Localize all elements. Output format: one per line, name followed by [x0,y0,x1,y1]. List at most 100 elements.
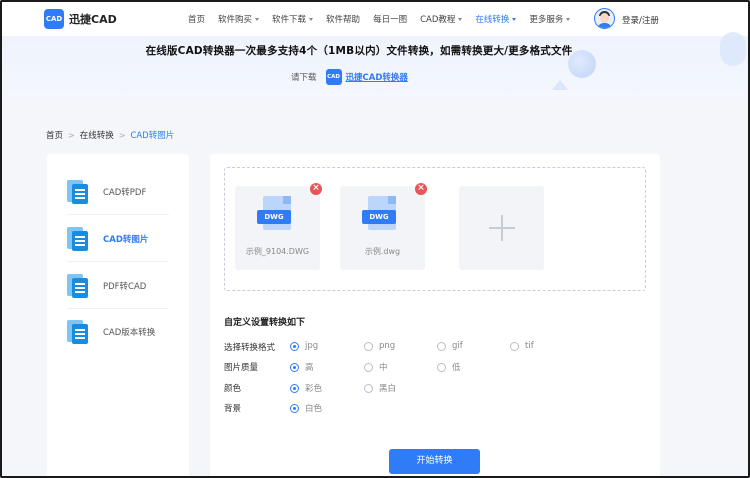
site-logo[interactable]: CAD 迅捷CAD [44,9,117,29]
nav-label: 软件购买 [218,15,253,25]
background-row: 背景 白色 [224,402,644,414]
add-file-button[interactable] [459,186,544,270]
color-option-color[interactable]: 彩色 [290,382,322,394]
nav-item-purchase[interactable]: 软件购买 [218,13,260,25]
background-option-white[interactable]: 白色 [290,402,322,414]
quality-option-medium[interactable]: 中 [364,361,388,373]
nav-item-home[interactable]: 首页 [188,13,205,25]
breadcrumb: 首页 > 在线转换 > CAD转图片 [46,129,175,142]
logo-icon: CAD [44,9,64,29]
row-label: 背景 [224,404,242,414]
sidebar: CAD转PDF CAD转图片 PDF转CAD CAD版本转换 [47,154,189,476]
file-name: 示例.dwg [364,247,401,256]
nav-item-tutorial[interactable]: CAD教程 [420,13,463,25]
format-option-png[interactable]: png [364,341,395,351]
radio-icon [364,362,373,372]
nav-item-help[interactable]: 软件帮助 [326,13,360,25]
breadcrumb-online-convert[interactable]: 在线转换 [80,129,114,141]
sidebar-item-label: CAD版本转换 [103,328,156,338]
option-label: tif [525,341,534,351]
file-type-badge: DWG [362,210,396,224]
sidebar-item-cad-to-pdf[interactable]: CAD转PDF [67,169,169,215]
nav-label: 软件帮助 [326,15,361,25]
download-label: 请下载 [291,73,317,83]
sidebar-item-pdf-to-cad[interactable]: PDF转CAD [67,263,169,309]
nav-label: 每日一图 [373,15,408,25]
sidebar-item-cad-to-image[interactable]: CAD转图片 [67,216,169,262]
format-option-tif[interactable]: tif [510,341,534,351]
pdf-document-icon [67,273,89,298]
row-label: 颜色 [224,384,242,394]
option-label: 黑白 [379,384,397,394]
start-convert-button[interactable]: 开始转换 [389,449,480,474]
breadcrumb-current: CAD转图片 [130,131,175,141]
file-card: DWG 示例_9104.DWG × [235,183,322,270]
option-label: png [379,341,396,351]
version-document-icon [67,320,89,344]
quality-option-high[interactable]: 高 [290,361,314,373]
radio-icon [364,341,373,351]
decorative-triangle [552,80,568,90]
option-label: 中 [379,363,388,373]
nav-label: 首页 [188,15,206,25]
option-label: jpg [305,341,319,351]
breadcrumb-home[interactable]: 首页 [46,129,63,141]
row-label: 图片质量 [224,363,259,373]
radio-icon [510,341,519,351]
chevron-down-icon [512,17,517,21]
converter-logo-icon: CAD [325,69,342,85]
file-name: 示例_9104.DWG [245,247,310,256]
download-link[interactable]: 迅捷CAD转换器 [346,71,408,83]
file-card: DWG 示例.dwg × [340,183,427,270]
quality-row: 图片质量 高 中 低 [224,361,644,373]
radio-icon [364,383,373,393]
nav-item-download[interactable]: 软件下载 [272,13,314,25]
file-type-badge: DWG [257,210,291,224]
plus-icon [489,215,515,241]
option-label: 彩色 [305,384,323,394]
nav-item-daily[interactable]: 每日一图 [373,13,407,25]
top-header: CAD 迅捷CAD 首页 软件购买 软件下载 软件帮助 每日一图 CAD教程 在… [2,2,748,36]
nav-label: 在线转换 [475,15,510,25]
main-nav: 首页 软件购买 软件下载 软件帮助 每日一图 CAD教程 在线转换 更多服务 [188,2,583,36]
radio-selected-icon [290,341,299,351]
option-label: gif [452,341,463,351]
settings-title: 自定义设置转换如下 [224,318,306,328]
nav-item-online-convert[interactable]: 在线转换 [475,13,517,25]
avatar[interactable] [594,8,615,29]
remove-file-icon[interactable]: × [415,183,427,195]
radio-selected-icon [290,362,299,372]
app-window: CAD 迅捷CAD 首页 软件购买 软件下载 软件帮助 每日一图 CAD教程 在… [0,0,750,478]
color-option-bw[interactable]: 黑白 [364,382,396,394]
option-label: 高 [305,363,314,373]
format-option-jpg[interactable]: jpg [290,341,318,351]
sidebar-item-cad-version[interactable]: CAD版本转换 [67,309,169,355]
chevron-down-icon [309,17,314,21]
nav-label: CAD教程 [420,15,456,25]
quality-option-low[interactable]: 低 [437,361,461,373]
radio-icon [437,362,446,372]
banner-title: 在线版CAD转换器一次最多支持4个（1MB以内）文件转换，如需转换更大/更多格式… [145,45,573,57]
nav-label: 软件下载 [272,15,307,25]
sidebar-item-label: PDF转CAD [103,281,147,292]
format-option-gif[interactable]: gif [437,341,463,351]
login-link[interactable]: 登录/注册 [622,14,659,26]
converter-panel: DWG 示例_9104.DWG × DWG 示例.dwg × 自定义设置转换如下… [210,154,660,476]
row-label: 选择转换格式 [224,343,276,353]
radio-selected-icon [290,403,299,413]
chevron-down-icon [566,17,571,21]
promo-banner: 在线版CAD转换器一次最多支持4个（1MB以内）文件转换，如需转换更大/更多格式… [2,32,748,98]
logo-text: 迅捷CAD [69,13,117,26]
chevron-down-icon [255,17,260,21]
format-row: 选择转换格式 jpg png gif tif [224,341,644,353]
document-icon [67,179,89,204]
nav-item-more[interactable]: 更多服务 [529,13,571,25]
upload-dropzone[interactable]: DWG 示例_9104.DWG × DWG 示例.dwg × [224,167,646,291]
decorative-shape [720,32,746,66]
option-label: 白色 [305,404,323,414]
chevron-down-icon [458,17,463,21]
radio-icon [437,341,446,351]
breadcrumb-separator: > [68,130,75,140]
breadcrumb-separator: > [118,130,126,140]
remove-file-icon[interactable]: × [310,183,322,195]
